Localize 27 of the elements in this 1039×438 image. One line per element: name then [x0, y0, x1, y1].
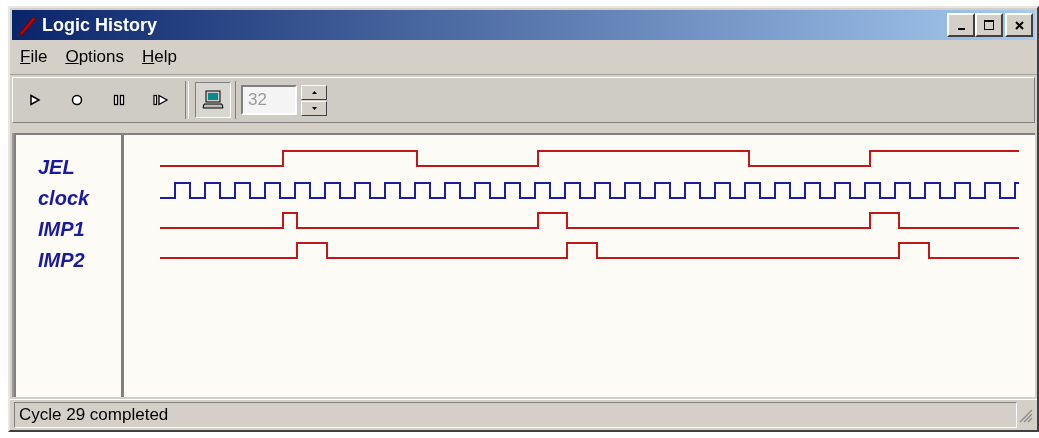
window-title: Logic History	[42, 14, 158, 36]
step-icon	[153, 94, 169, 106]
status-text: Cycle 29 completed	[14, 402, 1017, 428]
pause-icon	[113, 94, 125, 106]
record-icon	[71, 94, 83, 106]
menu-item[interactable]: Options	[65, 47, 124, 67]
signal-name: IMP2	[38, 248, 85, 273]
maximize-icon	[984, 20, 994, 30]
resize-grip-icon	[1017, 407, 1033, 423]
maximize-button[interactable]	[975, 13, 1003, 37]
up-arrow-icon	[311, 90, 317, 94]
signal-name: IMP1	[38, 217, 85, 242]
down-arrow-icon	[311, 106, 317, 110]
signal-name: JEL	[38, 155, 75, 180]
play-icon	[29, 94, 41, 106]
spin-up-button[interactable]	[301, 84, 327, 100]
close-icon	[1014, 20, 1024, 30]
pen-icon	[16, 14, 38, 36]
minimize-button[interactable]	[947, 13, 975, 37]
monitor-button[interactable]	[195, 82, 231, 118]
menu-item[interactable]: Help	[142, 47, 177, 67]
signal-name: clock	[38, 186, 90, 211]
menu-item[interactable]: File	[20, 47, 48, 67]
minimize-icon	[957, 28, 965, 30]
close-button[interactable]	[1005, 13, 1033, 37]
computer-icon	[202, 90, 224, 110]
spin-down-button[interactable]	[301, 100, 327, 116]
